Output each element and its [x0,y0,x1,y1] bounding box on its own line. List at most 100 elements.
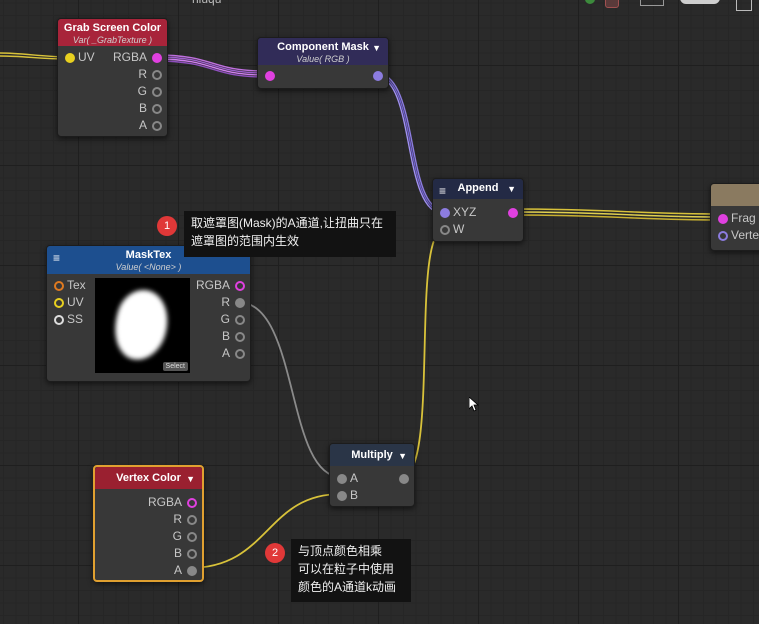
mouse-cursor-icon [469,397,479,412]
masktex-ss-port[interactable] [54,315,64,325]
vertex-node-title: Vertex Color [116,472,181,484]
grab-out-b-label: B [138,101,147,115]
canvas-title-bar: niuqu [190,0,250,10]
mask-node-header[interactable]: Component Mask Value( RGB ) ▼ [258,38,388,65]
grab-node-subtitle: Var( _GrabTexture ) [72,35,153,45]
masktex-out-a-label: A [221,346,230,360]
chevron-down-icon[interactable]: ▼ [398,451,407,461]
masktex-out-rgba-port[interactable] [235,281,245,291]
masktex-tex-port[interactable] [54,281,64,291]
vertex-out-r-label: R [173,512,182,526]
output-node[interactable]: Frag Verte [710,183,759,251]
masktex-out-b-port[interactable] [235,332,245,342]
record-icon[interactable] [605,0,619,8]
masktex-node-subtitle: Value( <None> ) [115,262,182,272]
output-node-header[interactable] [711,184,759,206]
multiply-node-header[interactable]: Multiply ▼ [330,444,414,466]
multiply-a-port[interactable] [337,474,347,484]
output-frag-label: Frag [731,211,756,225]
menu-icon[interactable]: ≡ [439,184,446,198]
masktex-out-r-label: R [221,295,230,309]
output-frag-port[interactable] [718,214,728,224]
menu-icon[interactable]: ≡ [53,251,60,265]
grab-out-r-port[interactable] [152,70,162,80]
grab-node-title: Grab Screen Color [63,22,162,34]
multiply-b-port[interactable] [337,491,347,501]
chevron-down-icon[interactable]: ▼ [507,184,516,194]
mask-texture-preview[interactable]: Select [95,278,190,373]
uv-input-label: UV [78,50,95,64]
wire-append-to-output [511,208,723,215]
masktex-out-g-port[interactable] [235,315,245,325]
layout-icon[interactable] [640,0,664,6]
mask-input-port[interactable] [265,71,275,81]
grab-screen-color-node[interactable]: Grab Screen Color Var( _GrabTexture ) UV… [57,18,168,137]
append-xyz-port[interactable] [440,208,450,218]
append-node-header[interactable]: ≡ Append ▼ [433,179,523,199]
grab-out-b-port[interactable] [152,104,162,114]
mask-node-subtitle: Value( RGB ) [296,54,350,64]
append-w-port[interactable] [440,225,450,235]
grab-out-rgba-port[interactable] [152,53,162,63]
masktex-uv-label: UV [67,295,84,309]
note-1-line-2: 遮罩图的范围内生效 [191,234,300,248]
canvas-title: niuqu [192,0,221,6]
masktex-node[interactable]: ≡ MaskTex Value( <None> ) Tex UV SS Sele… [46,245,251,382]
annotation-note-1: 取遮罩图(Mask)的A通道,让扭曲只在 遮罩图的范围内生效 [184,211,396,257]
masktex-uv-port[interactable] [54,298,64,308]
grab-out-r-label: R [138,67,147,81]
multiply-a-label: A [350,471,359,485]
masktex-ss-label: SS [67,312,84,326]
grab-out-g-label: G [137,84,147,98]
toolbar-icons[interactable] [585,0,725,8]
grab-node-header[interactable]: Grab Screen Color Var( _GrabTexture ) [58,19,167,46]
note-1-line-1: 取遮罩图(Mask)的A通道,让扭曲只在 [191,216,384,230]
vertex-out-g-label: G [172,529,182,543]
wire-multiply-to-append [401,229,445,477]
multiply-node[interactable]: Multiply ▼ A B [329,443,415,507]
vertex-color-node[interactable]: Vertex Color ▼ RGBA R G B A [93,465,204,582]
chevron-down-icon[interactable]: ▼ [372,43,381,53]
component-mask-node[interactable]: Component Mask Value( RGB ) ▼ [257,37,389,89]
masktex-tex-label: Tex [67,278,86,292]
vertex-out-g-port[interactable] [187,532,197,542]
chevron-down-icon[interactable]: ▼ [186,474,195,484]
stats-icon[interactable] [680,0,720,4]
note-1-badge: 1 [157,216,177,236]
vertex-out-b-label: B [173,546,182,560]
append-w-label: W [453,222,465,236]
append-node[interactable]: ≡ Append ▼ XYZ W [432,178,524,242]
append-xyz-label: XYZ [453,205,477,219]
uv-input-port[interactable] [65,53,75,63]
mask-shape [105,283,177,367]
grab-out-rgba-label: RGBA [112,50,147,64]
vertex-out-b-port[interactable] [187,549,197,559]
select-texture-button[interactable]: Select [162,362,188,371]
vertex-out-a-port[interactable] [187,566,197,576]
append-node-title: Append [457,182,499,194]
masktex-out-r-port[interactable] [235,298,245,308]
multiply-output-port[interactable] [399,474,409,484]
masktex-out-b-label: B [221,329,230,343]
share-icon[interactable] [585,0,595,4]
grab-out-a-port[interactable] [152,121,162,131]
output-vert-port[interactable] [718,231,728,241]
masktex-out-g-label: G [220,312,230,326]
masktex-out-rgba-label: RGBA [195,278,230,292]
vertex-node-header[interactable]: Vertex Color ▼ [95,467,202,489]
note-2-badge: 2 [265,543,285,563]
grab-out-g-port[interactable] [152,87,162,97]
close-icon[interactable] [736,0,752,11]
append-output-port[interactable] [508,208,518,218]
note-2-line-3: 颜色的A通道k动画 [298,580,397,594]
wire-grab-to-mask [155,54,266,72]
vertex-out-rgba-port[interactable] [187,498,197,508]
vertex-out-r-port[interactable] [187,515,197,525]
grab-out-a-label: A [138,118,147,132]
masktex-out-a-port[interactable] [235,349,245,359]
mask-node-title: Component Mask [277,41,369,53]
vertex-out-rgba-label: RGBA [147,495,182,509]
note-2-line-2: 可以在粒子中使用 [298,562,395,576]
multiply-node-title: Multiply [351,449,393,461]
mask-output-port[interactable] [373,71,383,81]
